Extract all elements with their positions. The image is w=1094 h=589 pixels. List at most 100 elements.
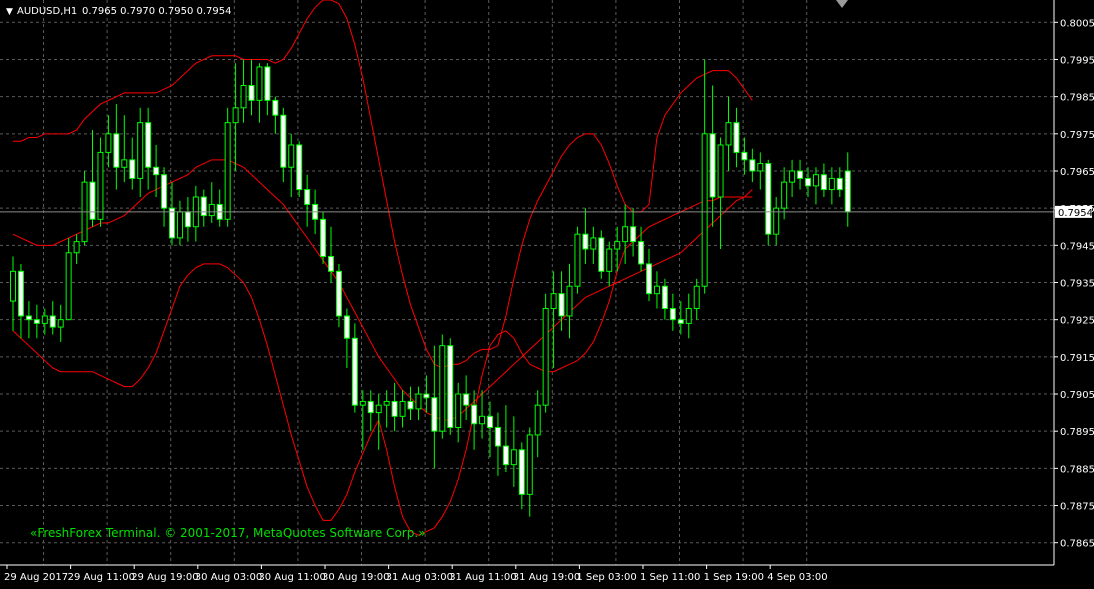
candle-body — [677, 319, 684, 324]
price-tick-label: 0.7885 — [1060, 464, 1094, 475]
candle-body — [10, 270, 16, 302]
price-tick-label: 0.7895 — [1060, 427, 1094, 438]
candle-body — [200, 196, 207, 217]
candle-body — [240, 84, 247, 109]
time-tick-label: 31 Aug 03:00 — [386, 572, 453, 583]
time-tick-label: 30 Aug 19:00 — [322, 572, 389, 583]
candle-body — [25, 315, 32, 321]
candle-body — [661, 285, 668, 310]
candle-body — [805, 177, 811, 187]
candle-body — [590, 237, 597, 250]
time-tick-label: 31 Aug 19:00 — [513, 572, 580, 583]
time-tick-label: 29 Aug 11:00 — [68, 572, 135, 583]
candle-body — [638, 241, 645, 265]
candle-body — [820, 174, 827, 191]
candle-body — [65, 252, 72, 321]
time-tick-label: 4 Sep 03:00 — [767, 572, 827, 583]
candle-body — [89, 181, 96, 220]
chart-symbol: AUDUSD,H1 — [17, 6, 77, 17]
price-tick-label: 0.7995 — [1060, 55, 1094, 66]
candle-body — [328, 255, 334, 272]
candle-body — [685, 308, 692, 324]
candle-body — [471, 404, 478, 425]
candle-body — [431, 397, 438, 432]
candle-body — [701, 133, 708, 287]
time-tick-label: 29 Aug 19:00 — [131, 572, 198, 583]
chart-ohlc: 0.7965 0.7970 0.7950 0.7954 — [82, 6, 232, 17]
candle-body — [145, 122, 152, 168]
candle-body — [494, 426, 501, 447]
candle-body — [17, 270, 24, 317]
watermark: «FreshForex Terminal. © 2001-2017, MetaQ… — [30, 526, 426, 540]
candle-body — [741, 151, 748, 161]
candle-body — [73, 241, 80, 254]
current-price-tag: 0.7954 — [1055, 205, 1093, 219]
candle-body — [129, 159, 136, 179]
candle-body — [828, 177, 835, 191]
chart-canvas[interactable]: 0.7865 0.7875 0.7885 0.7895 0.7905 0.7915 0.79… — [0, 0, 1094, 585]
candle-body — [359, 400, 366, 406]
candle-body — [232, 107, 239, 124]
candle-body — [566, 285, 573, 317]
candle-body — [606, 248, 613, 272]
candle-body — [391, 400, 398, 417]
price-tick-label: 0.7985 — [1060, 93, 1094, 104]
candle-body — [781, 181, 788, 209]
candle-body — [669, 308, 676, 321]
candle-body — [304, 189, 311, 205]
price-axis-labels: 0.7865 0.7875 0.7885 0.7895 0.7905 0.7915 0.79… — [1054, 18, 1094, 550]
candle-body — [614, 241, 621, 250]
candle-body — [320, 218, 327, 257]
candle-body — [343, 315, 350, 339]
price-chart[interactable]: 0.7865 0.7875 0.7885 0.7895 0.7905 0.7915 0.79… — [0, 0, 1094, 585]
candle-body — [97, 151, 104, 220]
candle-body — [574, 233, 581, 287]
chart-background — [0, 0, 1094, 585]
candle-body — [57, 319, 64, 328]
price-tick-label: 0.7935 — [1060, 279, 1094, 290]
price-tick-label: 0.7925 — [1060, 316, 1094, 327]
candle-body — [113, 133, 120, 168]
price-tick-label: 0.7945 — [1060, 241, 1094, 252]
candle-body — [765, 163, 772, 235]
price-tick-label: 0.7875 — [1060, 502, 1094, 513]
candle-body — [502, 445, 509, 466]
candle-body — [288, 144, 295, 168]
candle-body — [161, 174, 168, 209]
chart-menu-arrow-icon[interactable]: ▼ — [6, 7, 13, 17]
candle-body — [757, 163, 764, 172]
candle-body — [248, 84, 255, 101]
candle-body — [836, 177, 843, 191]
candle-body — [351, 337, 358, 406]
candle-body — [137, 122, 144, 179]
candle-body — [550, 293, 557, 310]
candle-body — [399, 400, 406, 417]
candle-body — [296, 144, 303, 191]
candle-body — [105, 133, 112, 153]
candle-body — [455, 393, 462, 428]
candle-body — [598, 237, 605, 272]
candle-body — [510, 449, 517, 466]
time-tick-label: 31 Aug 11:00 — [449, 572, 516, 583]
candle-body — [653, 285, 660, 295]
candle-body — [518, 449, 525, 495]
candle-body — [375, 404, 382, 414]
candle-body — [630, 226, 637, 243]
candle-body — [812, 174, 819, 187]
time-tick-label: 30 Aug 11:00 — [258, 572, 325, 583]
candle-body — [153, 166, 160, 176]
candle-body — [169, 207, 175, 239]
candle-body — [542, 308, 549, 406]
price-tick-label: 0.7975 — [1060, 130, 1094, 141]
candle-body — [693, 285, 700, 310]
candle-body — [184, 211, 191, 228]
candle-body — [447, 345, 454, 428]
candle-body — [558, 293, 565, 317]
candle-body — [423, 393, 430, 399]
candle-body — [709, 133, 716, 198]
candle-body — [844, 170, 851, 213]
time-tick-label: 1 Sep 11:00 — [640, 572, 700, 583]
candle-body — [208, 203, 215, 217]
candle-body — [41, 315, 48, 324]
candle-body — [487, 415, 493, 428]
